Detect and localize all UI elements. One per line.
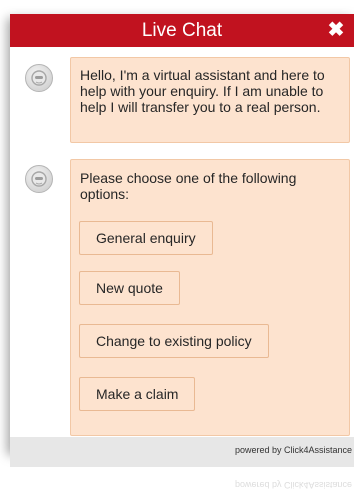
close-icon[interactable]: ✖ bbox=[326, 18, 346, 42]
option-general-enquiry-button[interactable]: General enquiry bbox=[79, 221, 213, 255]
chat-footer: powered by Click4Assistance bbox=[10, 437, 354, 467]
chat-title: Live Chat bbox=[141, 20, 223, 41]
message-text: Hello, I'm a virtual assistant and here … bbox=[80, 67, 325, 115]
assistant-avatar-icon bbox=[25, 165, 53, 193]
powered-by-link[interactable]: powered by Click4Assistance bbox=[235, 445, 352, 455]
option-change-policy-button[interactable]: Change to existing policy bbox=[79, 324, 269, 358]
footer-reflection: powered by Click4Assistance bbox=[234, 480, 352, 490]
assistant-message: Hello, I'm a virtual assistant and here … bbox=[70, 57, 350, 143]
chat-header: Live Chat ✖ bbox=[10, 14, 354, 47]
option-make-claim-button[interactable]: Make a claim bbox=[79, 377, 196, 411]
message-text: Please choose one of the following optio… bbox=[80, 170, 297, 202]
assistant-avatar-icon bbox=[25, 64, 53, 92]
assistant-message-options: Please choose one of the following optio… bbox=[70, 159, 350, 436]
option-new-quote-button[interactable]: New quote bbox=[79, 271, 180, 305]
live-chat-window: Live Chat ✖ Hello, I'm a virtual assista… bbox=[10, 14, 354, 451]
